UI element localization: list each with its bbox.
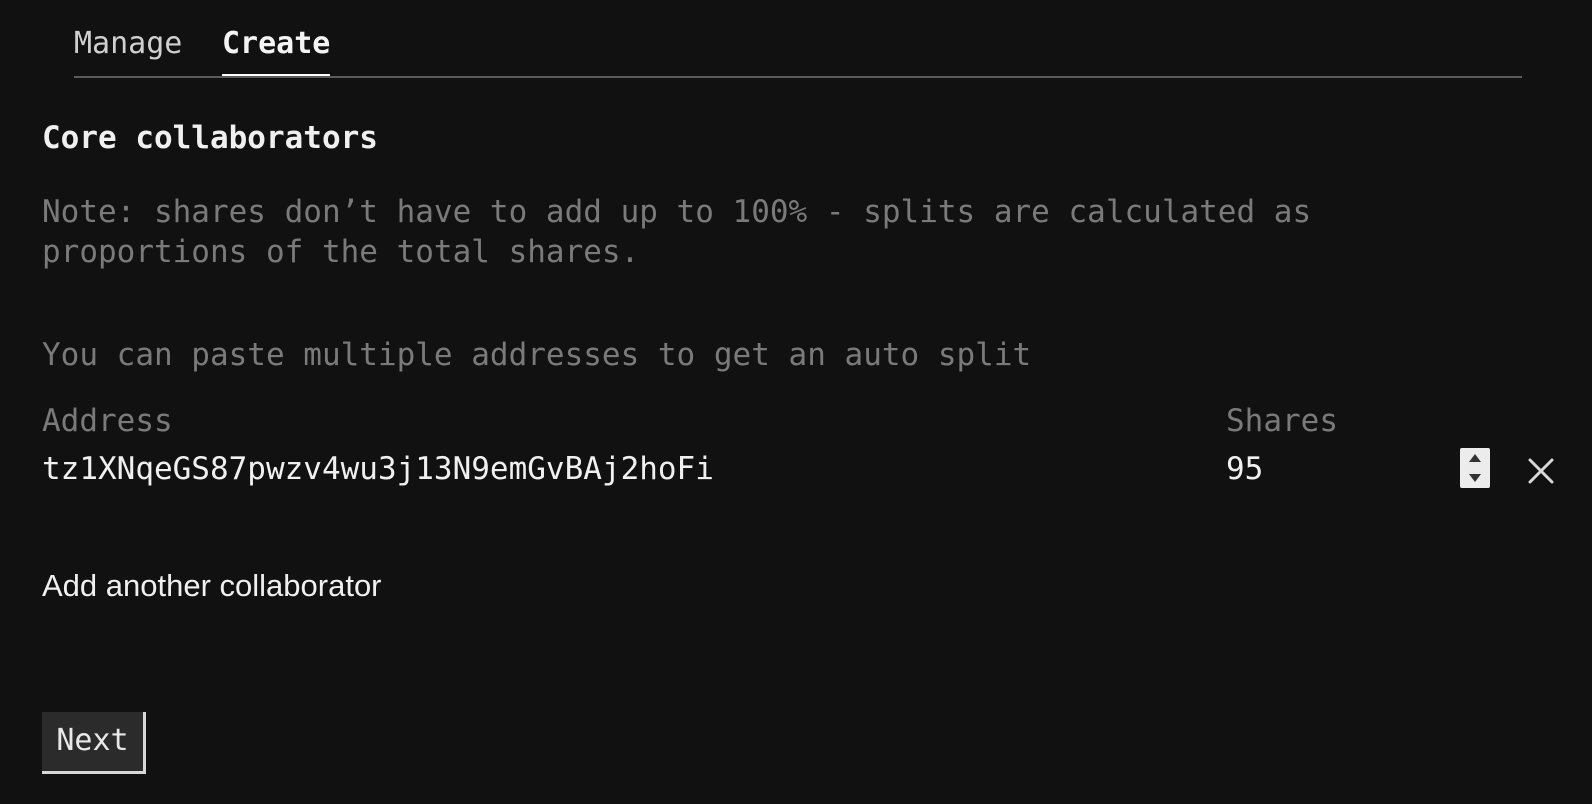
shares-note: Note: shares don’t have to add up to 100…: [42, 194, 1312, 270]
chevron-down-icon[interactable]: [1460, 468, 1490, 488]
add-collaborator-button[interactable]: Add another collaborator: [42, 564, 382, 608]
address-column-label: Address: [42, 403, 173, 439]
section-title: Core collaborators: [42, 120, 378, 156]
paste-hint: You can paste multiple addresses to get …: [42, 337, 1032, 373]
close-icon: [1528, 458, 1554, 484]
chevron-up-icon[interactable]: [1460, 448, 1490, 468]
remove-collaborator-button[interactable]: [1528, 458, 1554, 484]
shares-stepper[interactable]: [1460, 448, 1490, 488]
shares-input[interactable]: 95: [1226, 446, 1416, 492]
tab-bar: Manage Create: [74, 0, 1522, 78]
shares-column-label: Shares: [1226, 403, 1338, 439]
tab-manage[interactable]: Manage: [74, 22, 182, 76]
tab-create[interactable]: Create: [222, 22, 331, 76]
address-input[interactable]: [42, 446, 1162, 492]
next-button[interactable]: Next: [42, 712, 146, 774]
